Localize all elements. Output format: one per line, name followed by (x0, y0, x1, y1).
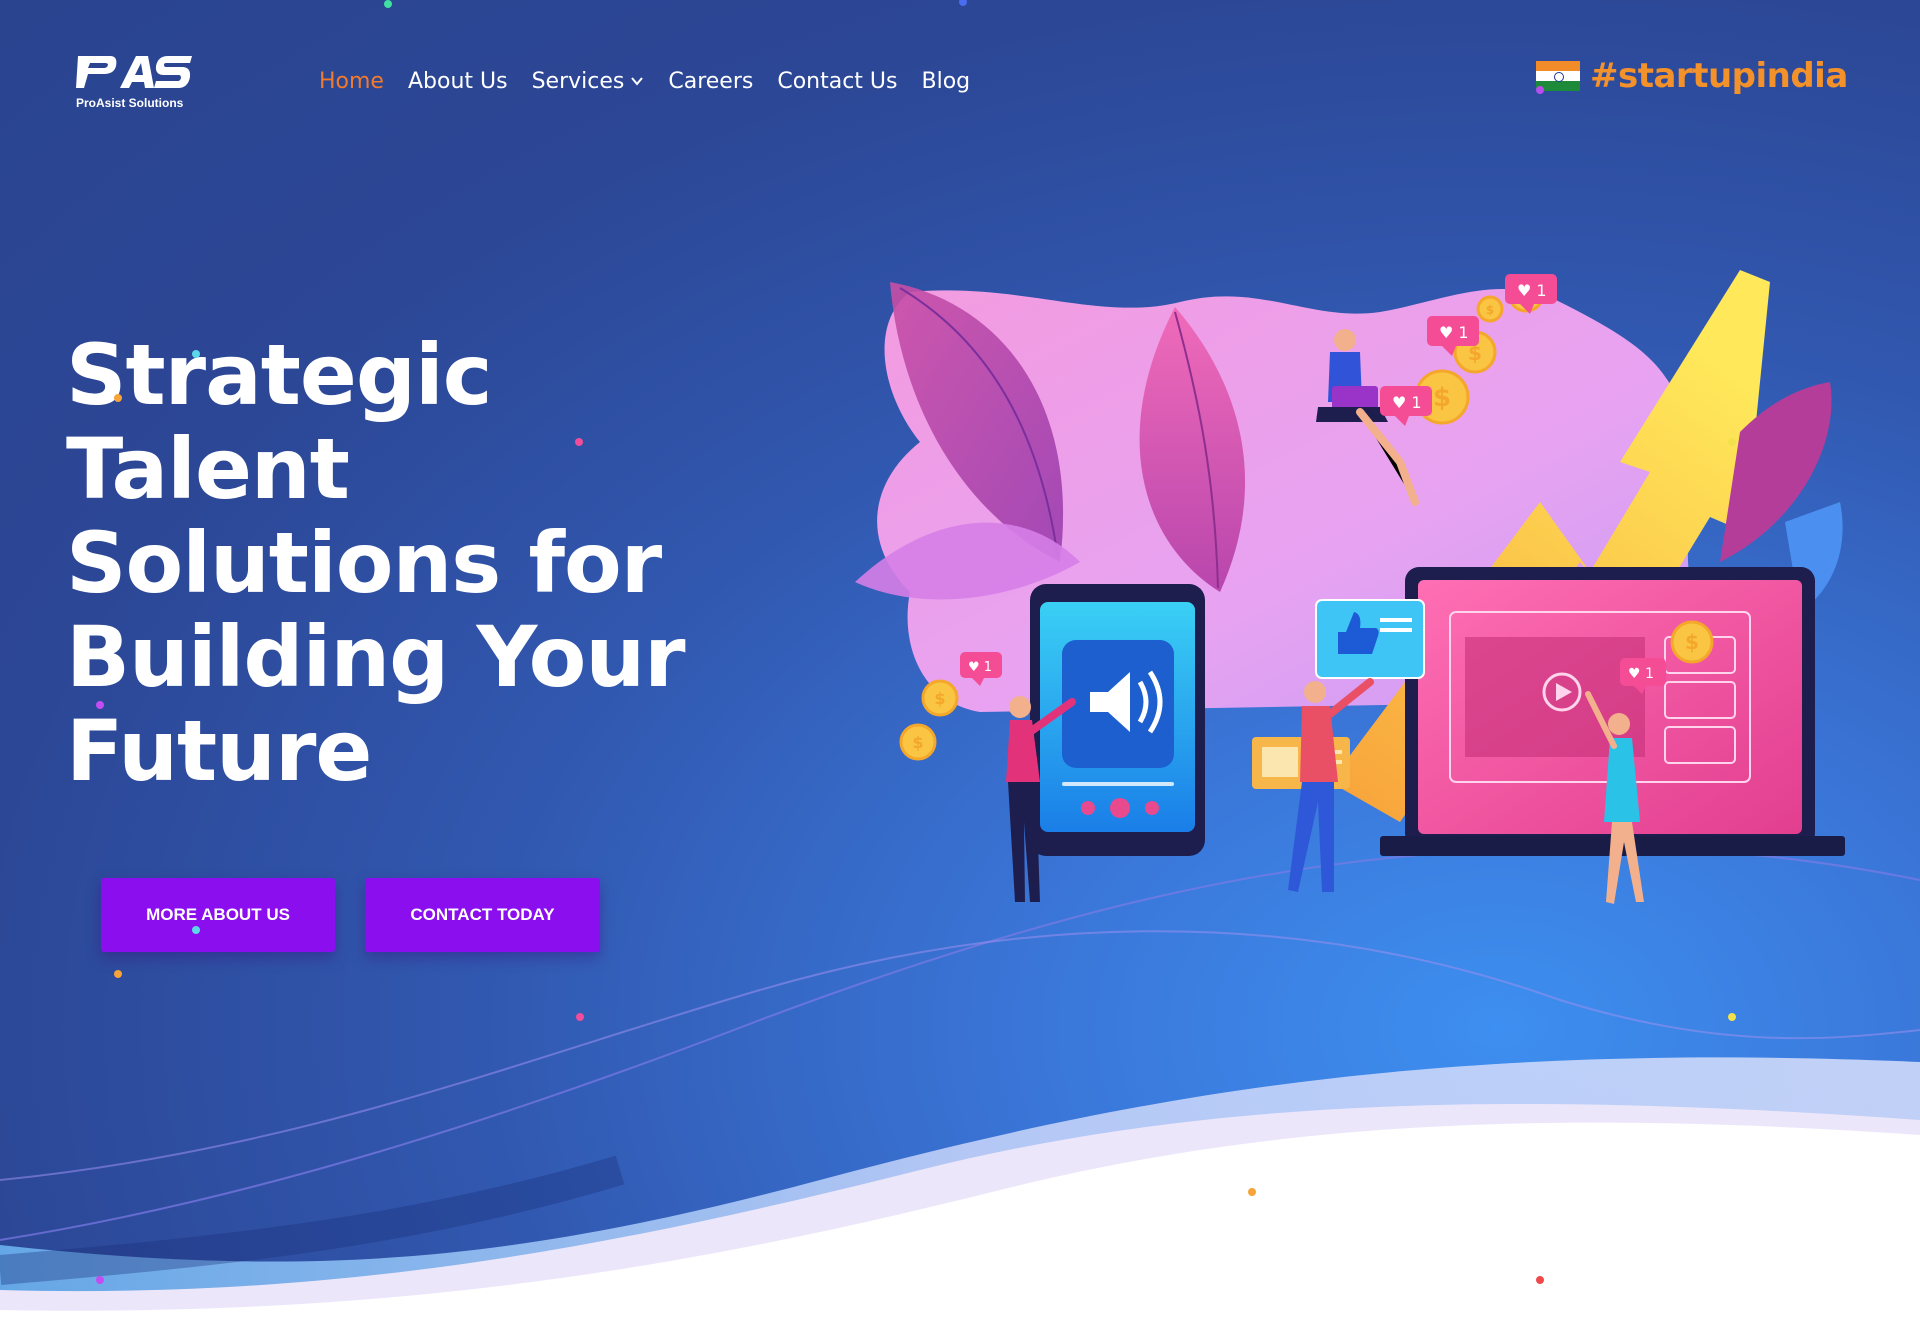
nav-item-services[interactable]: Services (532, 69, 645, 94)
svg-text:♥ 1: ♥ 1 (968, 660, 992, 675)
nav-item-home[interactable]: Home (319, 69, 384, 94)
logo[interactable]: ProAsist Solutions (74, 52, 196, 112)
logo-text: ProAsist Solutions (76, 96, 184, 110)
svg-text:$: $ (1433, 383, 1451, 413)
svg-text:♥ 1: ♥ 1 (1517, 281, 1547, 300)
svg-text:♥ 1: ♥ 1 (1439, 323, 1469, 342)
nav-item-about-us[interactable]: About Us (408, 69, 508, 94)
india-flag-icon (1536, 61, 1580, 91)
svg-text:♥ 1: ♥ 1 (1628, 666, 1654, 682)
svg-text:$: $ (1685, 630, 1699, 654)
main-nav: Home About Us Services Careers Contact U… (319, 64, 994, 98)
startup-india-text: #startupindia (1590, 56, 1848, 96)
startup-india-badge[interactable]: #startupindia (1536, 52, 1848, 100)
hero-illustration: $ $ $ $ $ $ $ ♥ 1 ♥ 1 ♥ 1 ♥ 1 ♥ 1 (855, 270, 1845, 904)
svg-text:$: $ (934, 689, 945, 708)
headline-line: Future (66, 702, 372, 800)
headline-line: Building Your (66, 608, 686, 706)
nav-item-careers[interactable]: Careers (668, 69, 753, 94)
more-about-us-button[interactable]: MORE ABOUT US (101, 878, 335, 952)
nav-item-blog[interactable]: Blog (922, 69, 971, 94)
headline-line: Strategic Talent (66, 326, 493, 518)
nav-item-services-label: Services (531, 68, 625, 94)
logo-mark-icon (76, 56, 192, 88)
headline-line: Solutions for (66, 514, 662, 612)
hero-headline: Strategic Talent Solutions for Building … (66, 328, 766, 798)
svg-text:$: $ (1486, 303, 1494, 317)
contact-today-button[interactable]: CONTACT TODAY (365, 878, 600, 952)
nav-item-contact-us[interactable]: Contact Us (777, 69, 897, 94)
svg-text:$: $ (912, 733, 923, 752)
svg-text:♥ 1: ♥ 1 (1392, 393, 1422, 412)
chevron-down-icon (631, 77, 644, 86)
